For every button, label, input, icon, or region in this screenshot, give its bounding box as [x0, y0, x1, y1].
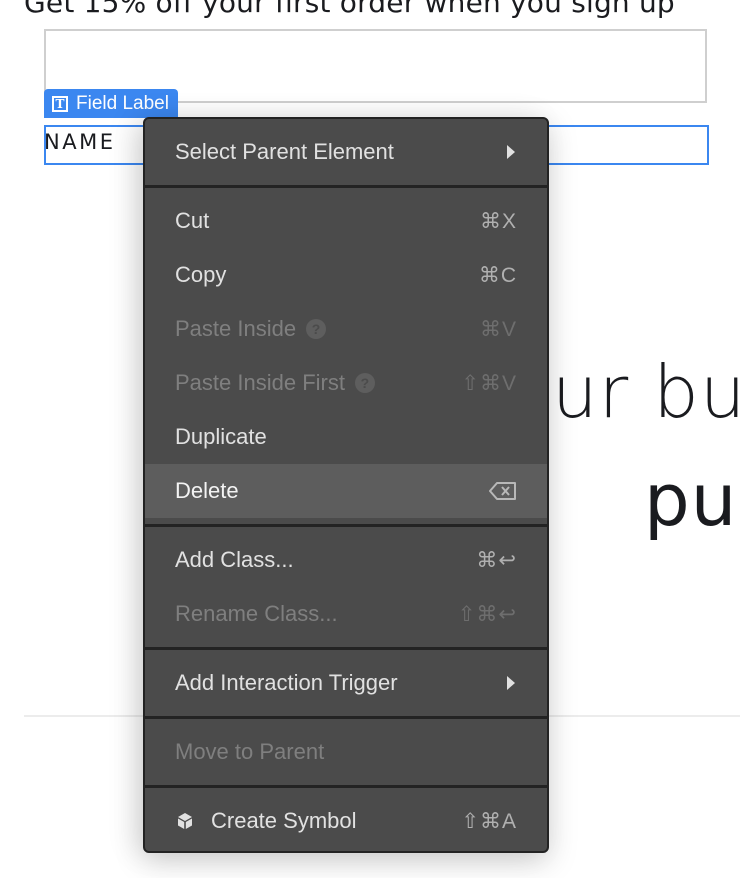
backspace-icon [489, 482, 516, 500]
menu-item-duplicate[interactable]: Duplicate [145, 410, 547, 464]
menu-item-label: Duplicate [175, 424, 267, 449]
shortcut-label: ⇧⌘↩ [457, 602, 517, 626]
menu-section-edit: Cut ⌘X Copy ⌘C Paste Inside ? ⌘V Paste I… [145, 188, 547, 527]
hero-heading-line2: pu [644, 458, 738, 542]
menu-item-rename-class: Rename Class... ⇧⌘↩ [145, 587, 547, 641]
cube-icon [178, 813, 192, 829]
menu-item-copy[interactable]: Copy ⌘C [145, 248, 547, 302]
shortcut-label: ⌘C [478, 263, 517, 287]
menu-section-class: Add Class... ⌘↩ Rename Class... ⇧⌘↩ [145, 527, 547, 650]
menu-item-label: Paste Inside [175, 316, 297, 341]
badge-label: Field Label [76, 92, 169, 114]
menu-item-add-class[interactable]: Add Class... ⌘↩ [145, 533, 547, 587]
menu-item-label: Move to Parent [175, 739, 325, 764]
menu-item-cut[interactable]: Cut ⌘X [145, 194, 547, 248]
submenu-arrow-icon [507, 145, 515, 159]
menu-item-paste-inside-first: Paste Inside First ? ⇧⌘V [145, 356, 547, 410]
menu-section-move: Move to Parent [145, 719, 547, 788]
menu-item-label: Rename Class... [175, 601, 338, 626]
shortcut-label: ⇧⌘A [461, 809, 517, 833]
menu-item-paste-inside: Paste Inside ? ⌘V [145, 302, 547, 356]
menu-item-label: Delete [175, 478, 239, 503]
signup-headline: Get 15% off your first order when you si… [24, 0, 675, 19]
text-t-icon: T [52, 95, 68, 112]
help-icon[interactable]: ? [354, 373, 375, 393]
menu-item-label: Select Parent Element [175, 139, 394, 164]
shortcut-label: ⌘↩ [476, 548, 517, 572]
submenu-arrow-icon [507, 676, 515, 690]
shortcut-label: ⇧⌘V [461, 371, 517, 395]
help-icon[interactable]: ? [306, 319, 327, 339]
shortcut-label: ⌘X [479, 209, 517, 233]
menu-item-delete[interactable]: Delete [145, 464, 547, 518]
menu-item-label: Cut [175, 208, 210, 233]
hero-heading-line1: ur bu [552, 350, 740, 434]
menu-item-move-to-parent: Move to Parent [145, 725, 547, 779]
menu-section-parent: Select Parent Element [145, 119, 547, 188]
name-field-label[interactable]: NAME [44, 130, 115, 154]
context-menu: Select Parent Element Cut ⌘X Copy ⌘C Pas… [143, 117, 549, 853]
menu-item-label: Add Class... [175, 547, 294, 572]
menu-item-select-parent-element[interactable]: Select Parent Element [145, 125, 547, 179]
menu-section-symbol: Create Symbol ⇧⌘A [145, 788, 547, 851]
menu-item-label: Copy [175, 262, 227, 287]
selected-element-badge: T Field Label [44, 89, 178, 118]
menu-item-label: Create Symbol [211, 808, 357, 833]
menu-item-label: Paste Inside First [175, 370, 345, 395]
menu-item-add-interaction-trigger[interactable]: Add Interaction Trigger [145, 656, 547, 710]
menu-item-label: Add Interaction Trigger [175, 670, 398, 695]
menu-item-label-wrap: Create Symbol [175, 808, 461, 834]
menu-section-interactions: Add Interaction Trigger [145, 650, 547, 719]
shortcut-label: ⌘V [479, 317, 517, 341]
menu-item-label-wrap: Paste Inside ? [175, 316, 480, 342]
menu-item-label-wrap: Paste Inside First ? [175, 370, 461, 396]
menu-item-create-symbol[interactable]: Create Symbol ⇧⌘A [145, 794, 547, 848]
